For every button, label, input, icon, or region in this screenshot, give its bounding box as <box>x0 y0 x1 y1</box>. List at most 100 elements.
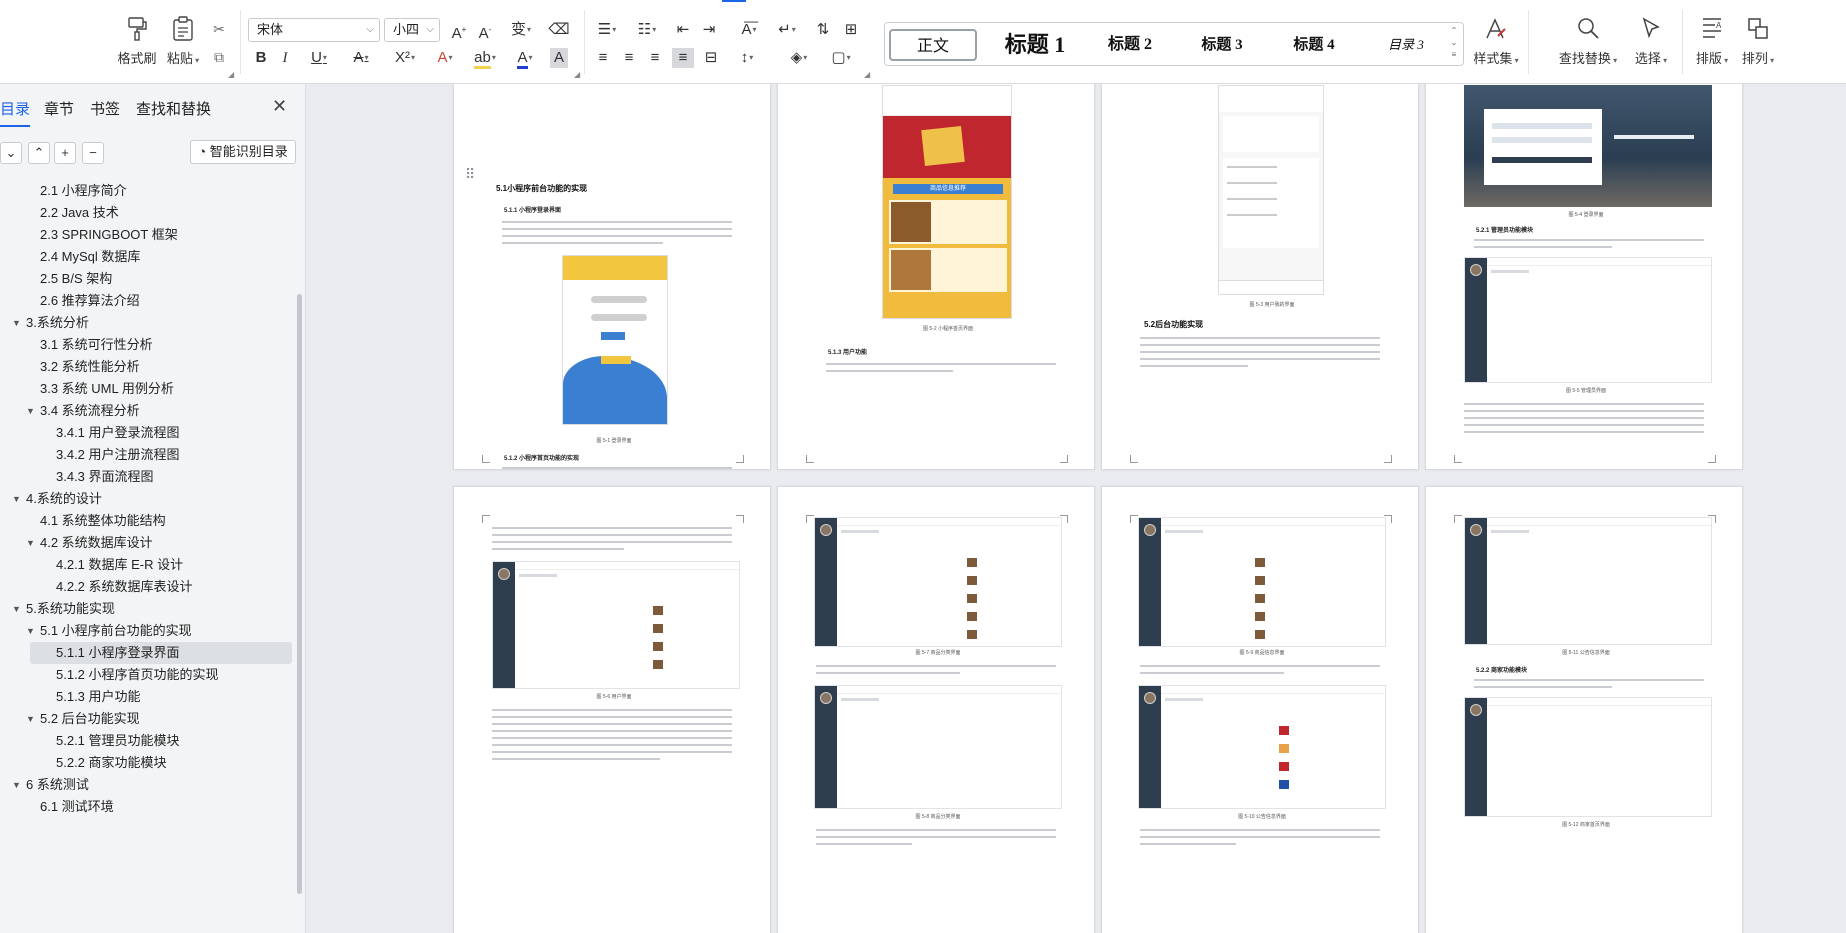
line-break-icon[interactable]: ↵▾ <box>772 20 802 40</box>
style-heading-4[interactable]: 标题 4 <box>1269 29 1359 61</box>
toc-item[interactable]: 2.6 推荐算法介绍 <box>40 290 140 312</box>
justify-icon[interactable]: ≡ <box>672 48 694 68</box>
toc-item[interactable]: 2.3 SPRINGBOOT 框架 <box>40 224 178 246</box>
underline-icon[interactable]: U▾ <box>304 48 334 68</box>
text-direction-icon[interactable]: A͞▾ <box>732 20 766 40</box>
page-thumbnail[interactable]: 图 5-9 商品信息界面 图 5-10 公告信息界面 <box>1101 486 1419 933</box>
arrange-button[interactable]: 排列 ▾ <box>1736 0 1780 67</box>
toc-item[interactable]: 4.系统的设计 <box>26 488 102 510</box>
paragraph-expand-icon[interactable]: ◢ <box>864 70 870 79</box>
promote-button[interactable]: ⌃ <box>28 142 50 164</box>
paragraph-shading-icon[interactable]: ◈▾ <box>784 48 814 68</box>
format-painter-button[interactable]: 格式刷 <box>114 0 160 67</box>
font-size-select[interactable]: 小四 ⌵ <box>384 18 440 42</box>
decrease-indent-icon[interactable]: ⇤ <box>672 20 694 40</box>
toc-item[interactable]: 3.4.3 界面流程图 <box>56 466 154 488</box>
text-effect-icon[interactable]: A▾ <box>430 48 460 68</box>
expand-arrow-icon[interactable]: ▼ <box>12 318 21 328</box>
toc-item[interactable]: 3.3 系统 UML 用例分析 <box>40 378 174 400</box>
copy-icon[interactable]: ⧉ <box>210 48 228 66</box>
toc-item[interactable]: 2.4 MySql 数据库 <box>40 246 140 268</box>
show-marks-icon[interactable]: ⊞ <box>840 20 862 40</box>
toc-item[interactable]: 3.4 系统流程分析 <box>40 400 140 422</box>
increase-indent-icon[interactable]: ⇥ <box>698 20 720 40</box>
toc-item[interactable]: 5.1.3 用户功能 <box>56 686 141 708</box>
smart-toc-button[interactable]: ◔ 智能识别目录 <box>190 140 296 164</box>
toc-item[interactable]: 3.系统分析 <box>26 312 89 334</box>
page-thumbnail[interactable]: 商品信息推荐 图 5-2 小程序首页界面 5.1.3 用户功能 <box>777 84 1095 470</box>
tab-find-replace[interactable]: 查找和替换 <box>136 98 211 119</box>
expand-arrow-icon[interactable]: ▼ <box>26 714 35 724</box>
select-button[interactable]: 选择 ▾ <box>1628 0 1674 67</box>
italic-icon[interactable]: I <box>274 48 296 68</box>
style-heading-1[interactable]: 标题 1 <box>985 29 1085 61</box>
expand-arrow-icon[interactable]: ▼ <box>26 538 35 548</box>
tab-sections[interactable]: 章节 <box>44 98 74 119</box>
toc-item[interactable]: 3.4.1 用户登录流程图 <box>56 422 180 444</box>
page-thumbnail[interactable]: 图 5-3 用户我的界面 5.2后台功能实现 <box>1101 84 1419 470</box>
toc-item[interactable]: 2.5 B/S 架构 <box>40 268 112 290</box>
distribute-icon[interactable]: ⊟ <box>700 48 722 68</box>
add-heading-button[interactable]: + <box>54 142 76 164</box>
toc-item[interactable]: 4.2.1 数据库 E-R 设计 <box>56 554 183 576</box>
superscript-icon[interactable]: X²▾ <box>388 48 422 68</box>
expand-arrow-icon[interactable]: ▼ <box>12 604 21 614</box>
toc-item[interactable]: 6 系统测试 <box>26 774 89 796</box>
align-right-icon[interactable]: ≡ <box>644 48 666 68</box>
toc-item[interactable]: 4.2 系统数据库设计 <box>40 532 153 554</box>
border-icon[interactable]: ▢▾ <box>826 48 856 68</box>
toc-item[interactable]: 5.2 后台功能实现 <box>40 708 140 730</box>
style-set-button[interactable]: 样式集 ▾ <box>1472 0 1520 67</box>
toc-item[interactable]: 4.2.2 系统数据库表设计 <box>56 576 193 598</box>
font-name-select[interactable]: 宋体 ⌵ <box>248 18 380 42</box>
page-thumbnail[interactable]: 5.1小程序前台功能的实现 5.1.1 小程序登录界面 图 5-1 登录界面 5… <box>453 84 771 470</box>
grow-font-icon[interactable]: A+ <box>448 20 470 44</box>
toc-item[interactable]: 3.1 系统可行性分析 <box>40 334 153 356</box>
style-heading-2[interactable]: 标题 2 <box>1085 29 1175 61</box>
toc-item[interactable]: 4.1 系统整体功能结构 <box>40 510 166 532</box>
toc-item[interactable]: 5.2.1 管理员功能模块 <box>56 730 180 752</box>
cut-icon[interactable]: ✂ <box>210 20 228 38</box>
bullet-list-icon[interactable]: ☰▾ <box>592 20 622 40</box>
toc-item[interactable]: 3.4.2 用户注册流程图 <box>56 444 180 466</box>
tab-bookmarks[interactable]: 书签 <box>90 98 120 119</box>
clipboard-expand-icon[interactable]: ◢ <box>228 70 234 79</box>
toc-item[interactable]: 3.2 系统性能分析 <box>40 356 140 378</box>
clear-format-icon[interactable]: ⌫ <box>548 20 570 40</box>
phonetic-guide-icon[interactable]: 变▾ <box>504 20 538 40</box>
font-expand-icon[interactable]: ◢ <box>574 70 580 79</box>
char-shading-icon[interactable]: A <box>550 48 568 68</box>
expand-arrow-icon[interactable]: ▼ <box>12 780 21 790</box>
page-thumbnail[interactable]: 图 5-11 公告信息界面 5.2.2 商家功能模块 图 5-12 商家首页界面 <box>1425 486 1743 933</box>
remove-heading-button[interactable]: − <box>82 142 104 164</box>
numbered-list-icon[interactable]: ☷▾ <box>632 20 662 40</box>
close-icon[interactable]: ✕ <box>272 96 287 117</box>
tab-toc[interactable]: 目录 <box>0 98 31 127</box>
expand-arrow-icon[interactable]: ▼ <box>12 494 21 504</box>
style-toc-3[interactable]: 目录 3 <box>1361 29 1451 61</box>
align-left-icon[interactable]: ≡ <box>592 48 614 68</box>
style-heading-3[interactable]: 标题 3 <box>1177 29 1267 61</box>
shrink-font-icon[interactable]: A- <box>474 20 496 44</box>
toc-item[interactable]: 6.1 测试环境 <box>40 796 114 818</box>
toc-item[interactable]: 5.1 小程序前台功能的实现 <box>40 620 192 642</box>
bold-icon[interactable]: B <box>250 48 272 68</box>
toc-item[interactable]: 5.2.2 商家功能模块 <box>56 752 167 774</box>
page-thumbnail[interactable]: 图 5-6 用户界面 <box>453 486 771 933</box>
expand-arrow-icon[interactable]: ▼ <box>26 406 35 416</box>
page-thumbnail[interactable]: 图 5-4 登录界面 5.2.1 管理员功能模块 图 5-5 管理员界面 <box>1425 84 1743 470</box>
find-replace-button[interactable]: 查找替换 ▾ <box>1552 0 1624 67</box>
font-color-icon[interactable]: A▾ <box>510 48 540 69</box>
page-thumbnail[interactable]: 图 5-7 商品分类界面 图 5-8 商品分类界面 <box>777 486 1095 933</box>
sort-icon[interactable]: ⇅ <box>812 20 834 40</box>
paste-button[interactable]: 粘贴 ▾ <box>160 0 206 67</box>
nav-scrollbar[interactable] <box>297 294 302 894</box>
toc-item[interactable]: 5.1.1 小程序登录界面 <box>30 642 292 664</box>
toc-item[interactable]: 5.系统功能实现 <box>26 598 115 620</box>
line-spacing-icon[interactable]: ↕▾ <box>730 48 764 68</box>
toc-item[interactable]: 2.1 小程序简介 <box>40 180 127 202</box>
highlight-icon[interactable]: ab▾ <box>470 48 500 69</box>
style-normal[interactable]: 正文 <box>889 29 977 61</box>
drag-handle-icon[interactable]: ⠿ <box>465 166 475 183</box>
toc-item[interactable]: 5.1.2 小程序首页功能的实现 <box>56 664 219 686</box>
